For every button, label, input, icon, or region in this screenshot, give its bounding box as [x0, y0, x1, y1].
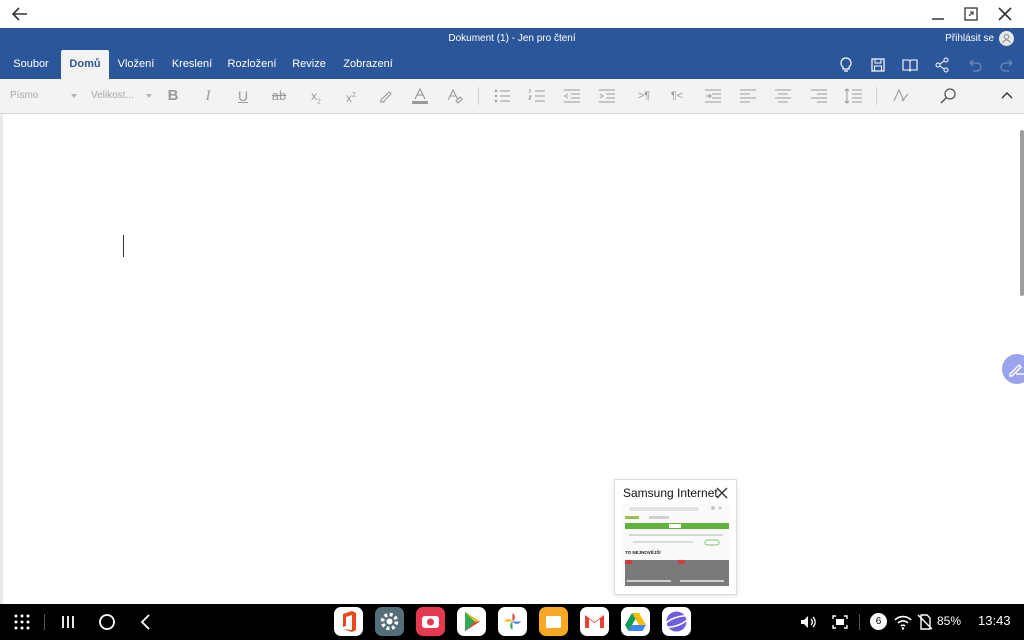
undo-icon[interactable]: [966, 56, 984, 74]
paragraph-options-icon[interactable]: [702, 86, 724, 106]
minimize-icon[interactable]: [928, 4, 948, 24]
close-icon[interactable]: [715, 486, 729, 500]
settings-app-icon[interactable]: [375, 607, 404, 636]
ribbon-tabs: Soubor Domů Vložení Kreslení Rozložení R…: [0, 50, 1024, 79]
strikethrough-button[interactable]: ab: [268, 86, 290, 106]
tab-vlozeni[interactable]: Vložení: [112, 50, 160, 79]
tab-revize[interactable]: Revize: [287, 50, 331, 79]
chevron-down-icon: [146, 94, 152, 98]
vertical-scrollbar[interactable]: [1020, 130, 1024, 296]
clock: 13:43: [978, 613, 1011, 628]
ltr-paragraph-button[interactable]: >¶: [633, 86, 655, 106]
superscript-button[interactable]: x2: [340, 86, 362, 106]
increase-indent-icon[interactable]: [596, 86, 618, 106]
tab-kresleni[interactable]: Kreslení: [166, 50, 218, 79]
line-spacing-icon[interactable]: [843, 86, 865, 106]
bold-button[interactable]: B: [162, 86, 184, 106]
align-center-icon[interactable]: [772, 86, 794, 106]
share-icon[interactable]: [933, 56, 951, 74]
tab-zobrazeni[interactable]: Zobrazení: [338, 50, 398, 79]
clear-formatting-icon[interactable]: [443, 86, 465, 106]
home-icon[interactable]: [97, 612, 117, 632]
my-files-app-icon[interactable]: [539, 607, 568, 636]
font-name-placeholder: Písmo: [10, 90, 39, 101]
underline-button[interactable]: U: [232, 86, 254, 106]
volume-icon[interactable]: [798, 612, 818, 632]
document-canvas[interactable]: [0, 114, 1024, 604]
divider: [44, 614, 45, 630]
photos-app-icon[interactable]: [498, 607, 527, 636]
thumb-heading: TO NEJNOVĚJŠÍ: [625, 548, 661, 555]
avatar-icon[interactable]: [999, 31, 1014, 46]
subscript-button[interactable]: x2: [305, 86, 327, 106]
recent-app-name: Samsung Internet: [623, 486, 718, 500]
play-store-app-icon[interactable]: [457, 607, 486, 636]
app-preview-thumbnail[interactable]: TO NEJNOVĚJŠÍ: [623, 504, 729, 588]
restore-window-icon[interactable]: [961, 4, 981, 24]
align-left-icon[interactable]: [737, 86, 759, 106]
chevron-down-icon: [71, 94, 77, 98]
lightbulb-icon[interactable]: [837, 56, 855, 74]
notification-count-badge[interactable]: 6: [870, 613, 887, 630]
taskbar: 6 85% 13:43: [0, 604, 1024, 640]
recents-icon[interactable]: [58, 612, 78, 632]
no-sim-icon: [917, 614, 933, 630]
divider: [876, 87, 877, 105]
save-icon[interactable]: [869, 56, 887, 74]
page-edge: [0, 114, 3, 604]
divider: [859, 614, 860, 630]
numbering-icon[interactable]: [526, 86, 548, 106]
tab-soubor[interactable]: Soubor: [5, 50, 57, 79]
redo-icon[interactable]: [998, 56, 1016, 74]
styles-icon[interactable]: [890, 86, 912, 106]
bullets-icon[interactable]: [491, 86, 513, 106]
font-color-icon[interactable]: [409, 86, 431, 106]
decrease-indent-icon[interactable]: [561, 86, 583, 106]
font-name-select[interactable]: Písmo: [6, 87, 80, 105]
drive-app-icon[interactable]: [621, 607, 650, 636]
divider: [478, 87, 479, 105]
s-pen-air-command-icon[interactable]: [1002, 354, 1024, 384]
rtl-paragraph-button[interactable]: ¶<: [666, 86, 688, 106]
samsung-internet-app-icon[interactable]: [662, 607, 691, 636]
title-bar: Dokument (1) - Jen pro čtení Přihlásit s…: [0, 28, 1024, 50]
tab-rozlozeni[interactable]: Rozložení: [224, 50, 280, 79]
font-size-placeholder: Velikost...: [91, 90, 134, 101]
window-bar: [0, 0, 1024, 28]
office-app-icon[interactable]: [334, 607, 363, 636]
recent-app-popup[interactable]: Samsung Internet TO NEJNOVĚJŠÍ: [614, 479, 737, 595]
close-window-icon[interactable]: [995, 4, 1015, 24]
gmail-app-icon[interactable]: [580, 607, 609, 636]
document-title: Dokument (1) - Jen pro čtení: [448, 33, 576, 44]
wifi-icon: [894, 615, 912, 630]
signin-link[interactable]: Přihlásit se: [945, 33, 994, 44]
font-size-select[interactable]: Velikost...: [87, 87, 155, 105]
app-root: Dokument (1) - Jen pro čtení Přihlásit s…: [0, 0, 1024, 640]
tab-domu[interactable]: Domů: [61, 50, 109, 79]
align-right-icon[interactable]: [808, 86, 830, 106]
camera-app-icon[interactable]: [416, 607, 445, 636]
italic-button[interactable]: I: [197, 86, 219, 106]
search-icon[interactable]: [937, 86, 959, 106]
screen-capture-icon[interactable]: [830, 612, 850, 632]
text-cursor: [123, 235, 124, 257]
battery-level: 85%: [937, 614, 962, 628]
read-mode-icon[interactable]: [901, 56, 919, 74]
highlighter-icon[interactable]: [374, 86, 396, 106]
back-arrow-icon[interactable]: [10, 4, 30, 24]
nav-back-icon[interactable]: [136, 612, 156, 632]
collapse-ribbon-icon[interactable]: [998, 86, 1016, 106]
apps-grid-icon[interactable]: [12, 612, 32, 632]
ribbon-toolbar: Písmo Velikost... B I U ab x2 x2 >¶ ¶<: [0, 79, 1024, 114]
